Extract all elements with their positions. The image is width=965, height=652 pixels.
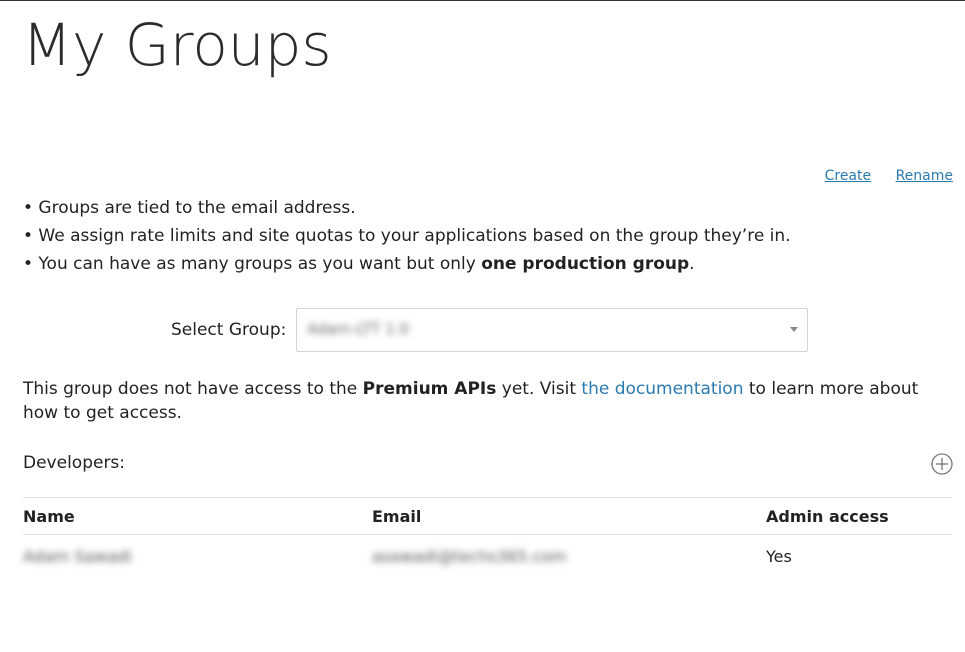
group-select[interactable]: Adam-LTT 1.0 [296, 308, 809, 352]
group-actions: Create Rename [805, 168, 953, 184]
column-header-admin: Admin access [766, 507, 889, 526]
select-group-label: Select Group: [171, 320, 287, 340]
developer-name: Adam Sawadi [23, 547, 132, 566]
documentation-link[interactable]: the documentation [581, 379, 743, 399]
info-bullet: • You can have as many groups as you wan… [23, 254, 695, 274]
production-group-emphasis: one production group [481, 254, 690, 274]
rename-group-link[interactable]: Rename [896, 168, 953, 184]
column-header-name: Name [23, 507, 75, 526]
plus-circle-icon[interactable] [931, 453, 953, 475]
developer-email: asawadi@techs365.com [372, 547, 567, 566]
premium-apis-emphasis: Premium APIs [362, 379, 497, 399]
column-header-email: Email [372, 507, 422, 526]
page-title: My Groups [22, 11, 332, 79]
selected-group-value: Adam-LTT 1.0 [307, 320, 410, 338]
premium-access-notice: This group does not have access to the P… [23, 379, 919, 423]
info-bullet: • We assign rate limits and site quotas … [23, 226, 791, 246]
developers-heading: Developers: [23, 453, 126, 473]
table-top-divider [23, 497, 952, 498]
create-group-link[interactable]: Create [825, 168, 872, 184]
table-header-divider [23, 534, 952, 535]
caret-down-icon [790, 327, 799, 332]
group-select-row: Select Group: Adam-LTT 1.0 [171, 308, 809, 352]
developer-admin-access: Yes [766, 547, 792, 566]
info-bullet: • Groups are tied to the email address. [23, 198, 356, 218]
group-info-list: • Groups are tied to the email address. … [23, 194, 791, 278]
